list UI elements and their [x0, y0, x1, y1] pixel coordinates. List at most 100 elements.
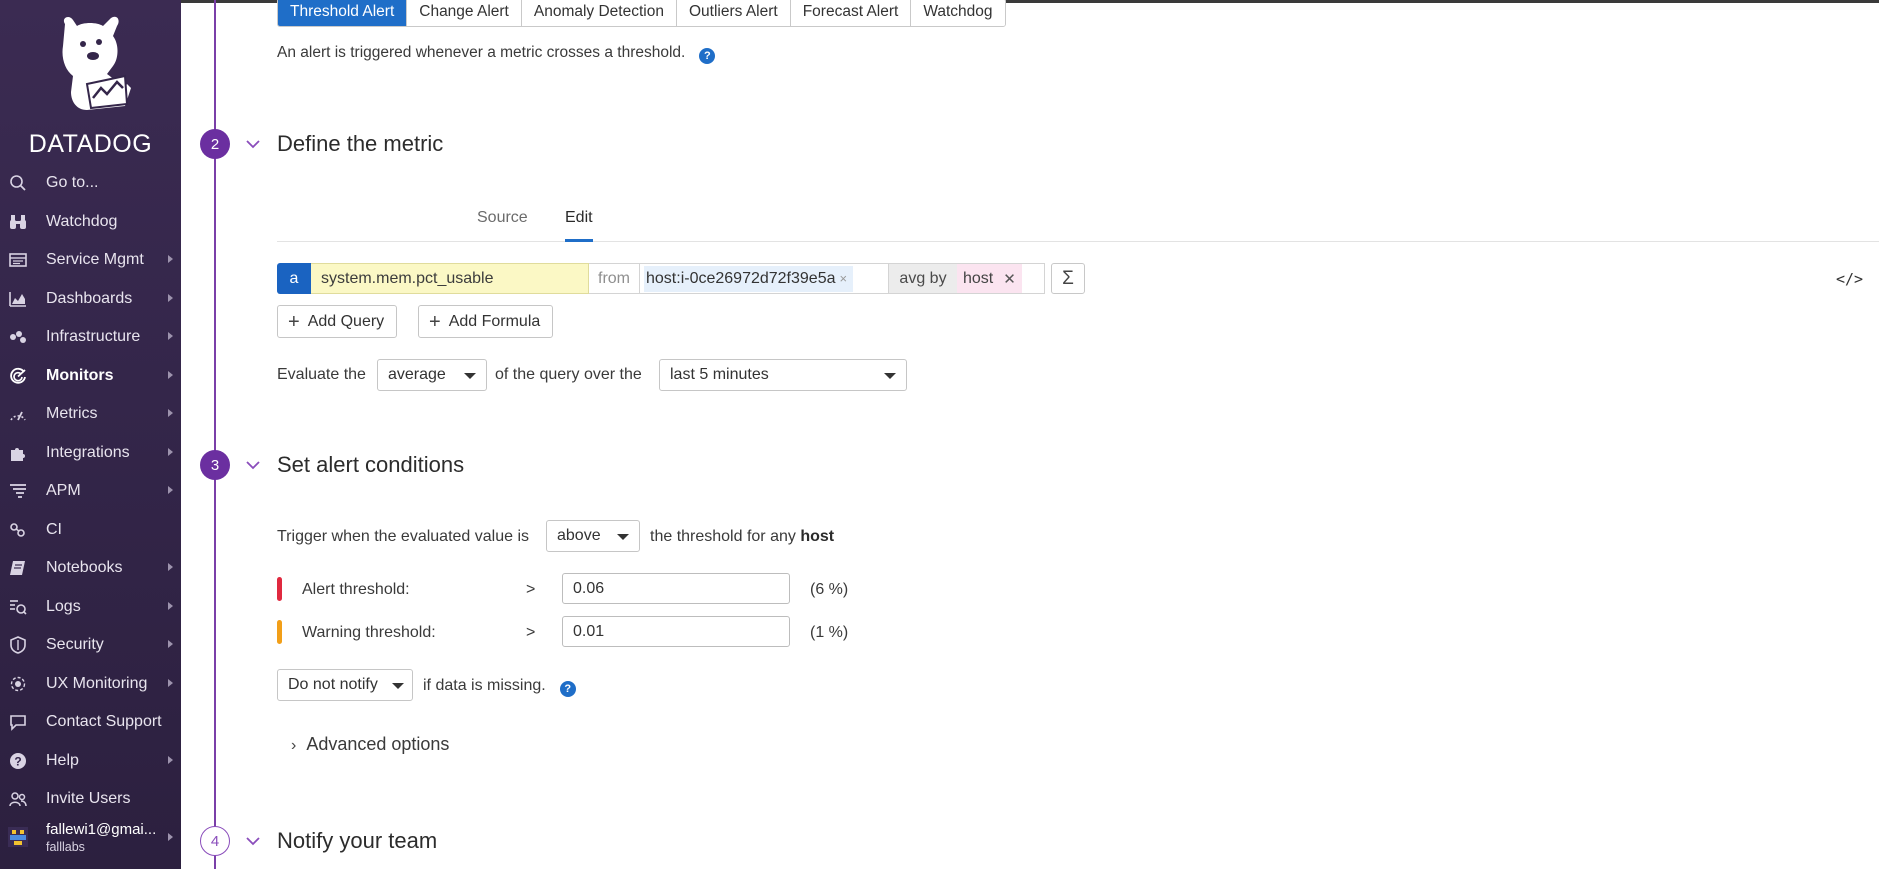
sidebar-item-metrics[interactable]: Metrics: [0, 395, 181, 434]
sidebar-item-monitors[interactable]: Monitors: [0, 357, 181, 396]
remove-tag-icon[interactable]: ×: [840, 271, 848, 286]
caret-right-icon: [168, 332, 173, 340]
logo-text: DATADOG: [28, 130, 153, 158]
evaluation-window-select[interactable]: last 5 minutes: [659, 359, 907, 391]
metric-tabs: Source Edit: [277, 209, 1879, 242]
datadog-dog-icon: [61, 16, 131, 110]
tab-source[interactable]: Source: [477, 209, 528, 242]
tab-anomaly-detection[interactable]: Anomaly Detection: [521, 0, 677, 26]
chevron-down-icon[interactable]: [245, 457, 261, 473]
caret-right-icon: [168, 486, 173, 494]
warning-threshold-input[interactable]: 0.01: [562, 616, 790, 647]
sidebar-item-label: Monitors: [46, 366, 114, 384]
sidebar-item-label: Security: [46, 636, 104, 654]
avatar: [8, 827, 28, 847]
sidebar-item-invite-users[interactable]: Invite Users: [0, 780, 181, 819]
sidebar-item-ux-monitoring[interactable]: UX Monitoring: [0, 665, 181, 704]
host-tag-label: host:i-0ce26972d72f39e5a: [646, 269, 836, 287]
tab-watchdog[interactable]: Watchdog: [911, 0, 1005, 26]
caret-right-icon: [168, 409, 173, 417]
datadog-logo[interactable]: DATADOG: [0, 14, 181, 158]
missing-data-text: if data is missing.: [423, 677, 546, 694]
apm-icon: [8, 481, 28, 501]
svg-text:?: ?: [14, 754, 21, 768]
step-number: 3: [200, 450, 230, 480]
code-toggle-icon[interactable]: </>: [1836, 270, 1863, 288]
tab-change-alert[interactable]: Change Alert: [407, 0, 522, 26]
missing-data-value: Do not notify: [288, 676, 378, 693]
sidebar-item-security[interactable]: Security: [0, 626, 181, 665]
sidebar-item-notebooks[interactable]: Notebooks: [0, 549, 181, 588]
sidebar-item-logs[interactable]: Logs: [0, 588, 181, 627]
caret-right-icon: [168, 370, 173, 379]
description-text: An alert is triggered whenever a metric …: [277, 44, 686, 61]
host-filter[interactable]: host:i-0ce26972d72f39e5a ×: [639, 263, 889, 294]
puzzle-icon: [8, 443, 28, 463]
tab-threshold-alert[interactable]: Threshold Alert: [278, 0, 408, 26]
step-number: 2: [200, 129, 230, 159]
sidebar-item-dashboards[interactable]: Dashboards: [0, 280, 181, 319]
aggregation-select[interactable]: average: [377, 359, 487, 391]
query-editor: a system.mem.pct_usable from host:i-0ce2…: [277, 263, 1085, 294]
sigma-functions-button[interactable]: Σ: [1051, 263, 1085, 294]
query-letter[interactable]: a: [277, 263, 311, 294]
sidebar-item-contact-support[interactable]: Contact Support: [0, 703, 181, 742]
alert-threshold-label: Alert threshold:: [302, 581, 410, 598]
sidebar-item-ci[interactable]: CI: [0, 511, 181, 550]
monitor-type-tabs: Threshold Alert Change Alert Anomaly Det…: [277, 0, 1006, 27]
sidebar-item-apm[interactable]: APM: [0, 472, 181, 511]
ux-icon: [8, 674, 28, 694]
add-query-button[interactable]: + Add Query: [277, 305, 398, 338]
chevron-down-icon[interactable]: [245, 833, 261, 849]
warning-threshold-label: Warning threshold:: [302, 624, 436, 641]
evaluate-prefix: Evaluate the: [277, 366, 366, 383]
user-org: falllabs: [46, 839, 85, 854]
sidebar-item-integrations[interactable]: Integrations: [0, 434, 181, 473]
logs-icon: [8, 597, 28, 617]
close-icon[interactable]: ✕: [1003, 270, 1016, 288]
comparator-value: above: [557, 527, 601, 544]
caret-down-icon: [617, 534, 629, 540]
help-circle-icon[interactable]: ?: [699, 48, 716, 64]
monitor-type-description: An alert is triggered whenever a metric …: [277, 44, 716, 64]
monitors-icon: [8, 366, 28, 386]
advanced-options-toggle[interactable]: › Advanced options: [291, 734, 449, 755]
user-name: fallewi1@gmai...: [46, 820, 157, 838]
warning-color-bar: [277, 620, 282, 644]
tab-edit[interactable]: Edit: [565, 209, 593, 242]
chevron-down-icon[interactable]: [245, 136, 261, 152]
sidebar-item-watchdog[interactable]: Watchdog: [0, 203, 181, 242]
alert-percent: (6 %): [810, 581, 849, 598]
caret-down-icon: [464, 373, 476, 379]
sidebar-item-label: APM: [46, 482, 81, 500]
sidebar-item-infrastructure[interactable]: Infrastructure: [0, 318, 181, 357]
sidebar-item-help[interactable]: ? Help: [0, 742, 181, 781]
sidebar-item-label: Go to...: [46, 174, 99, 192]
advanced-options-label: Advanced options: [306, 734, 450, 754]
tab-outliers-alert[interactable]: Outliers Alert: [676, 0, 791, 26]
caret-right-icon: [168, 640, 173, 648]
help-circle-icon[interactable]: ?: [559, 681, 576, 697]
missing-data-select[interactable]: Do not notify: [277, 669, 413, 701]
alert-threshold-input[interactable]: 0.06: [562, 573, 790, 604]
trigger-prefix: Trigger when the evaluated value is: [277, 528, 529, 545]
sidebar-item-goto[interactable]: Go to...: [0, 164, 181, 203]
tab-forecast-alert[interactable]: Forecast Alert: [790, 0, 912, 26]
sidebar: DATADOG Go to... Watchdog Service Mgmt D…: [0, 0, 181, 869]
user-menu[interactable]: fallewi1@gmai... falllabs: [0, 815, 181, 859]
sidebar-item-service-mgmt[interactable]: Service Mgmt: [0, 241, 181, 280]
comparator-select[interactable]: above: [546, 520, 640, 552]
caret-right-icon: [168, 447, 173, 456]
evaluation-window-value: last 5 minutes: [670, 366, 769, 383]
group-by-field[interactable]: host ✕: [957, 263, 1045, 294]
caret-right-icon: [168, 833, 173, 841]
add-formula-button[interactable]: + Add Formula: [418, 305, 554, 338]
sidebar-item-label: Notebooks: [46, 559, 123, 577]
sidebar-nav: Go to... Watchdog Service Mgmt Dashboard…: [0, 164, 181, 819]
sidebar-item-label: Invite Users: [46, 790, 131, 808]
plus-icon: +: [288, 310, 300, 333]
metric-input[interactable]: system.mem.pct_usable: [311, 263, 589, 294]
dashboard-icon: [8, 289, 28, 309]
binoculars-icon: [8, 212, 28, 232]
sidebar-item-label: Integrations: [46, 443, 130, 461]
